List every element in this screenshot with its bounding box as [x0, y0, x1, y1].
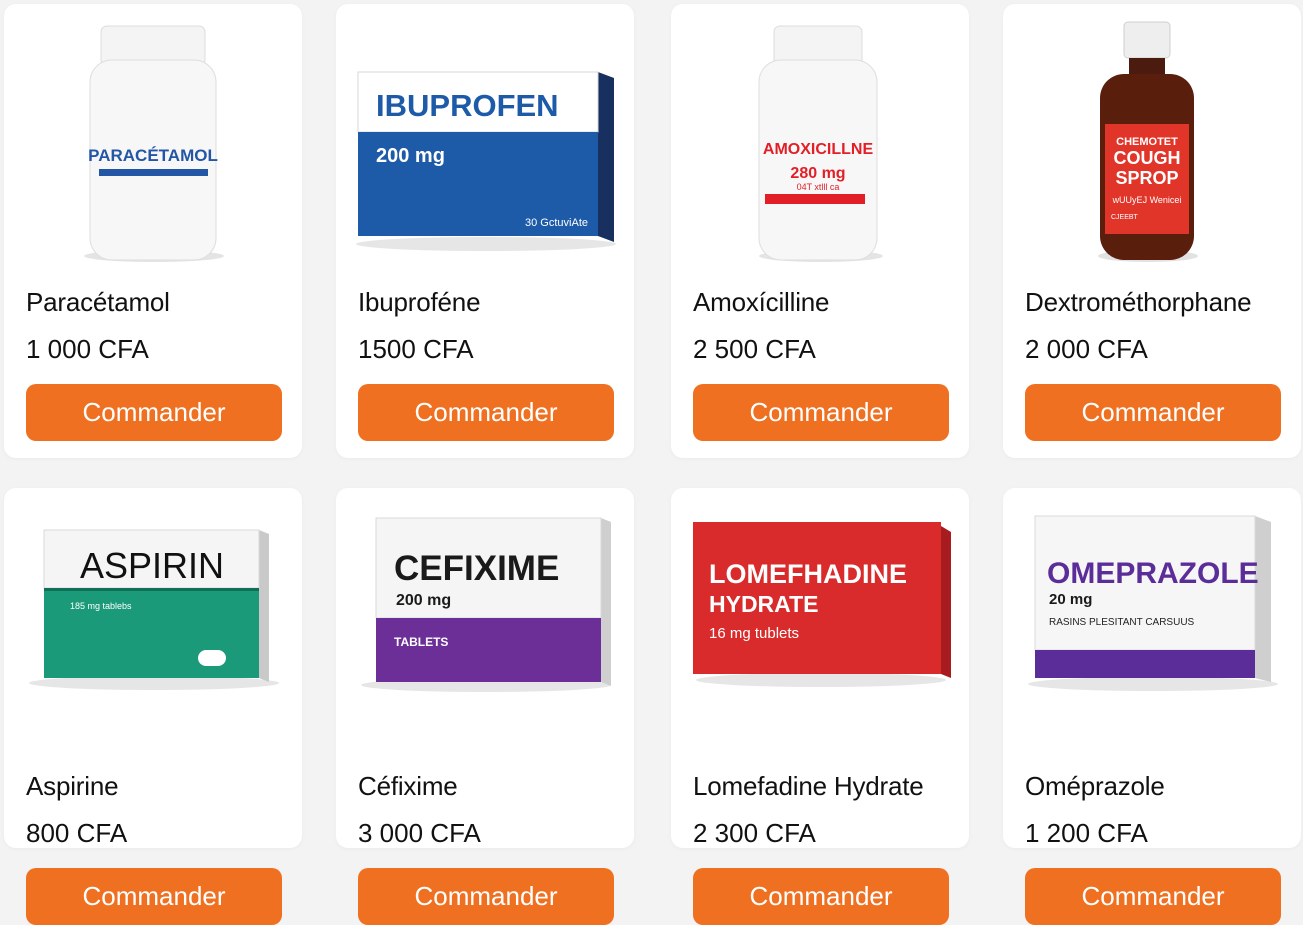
svg-text:OMEPRAZOLE: OMEPRAZOLE: [1047, 557, 1259, 590]
product-card-lomefadine: LOMEFHADINE HYDRATE 16 mg tublets Lomefa…: [671, 488, 969, 925]
svg-text:20 mg: 20 mg: [1049, 591, 1092, 608]
product-name: Amoxícilline: [693, 287, 830, 317]
product-price: 1500 CFA: [358, 334, 474, 364]
svg-text:CJEEBT: CJEEBT: [1111, 214, 1139, 221]
order-button-omeprazole[interactable]: Commander: [1025, 868, 1281, 925]
product-price: 2 300 CFA: [693, 818, 816, 848]
order-button-lomefadine[interactable]: Commander: [693, 868, 949, 925]
product-card-ibuprofen: IBUPROFEN 200 mg 30 GctuviAte Ibuproféne…: [336, 4, 634, 458]
order-button-amoxicilline[interactable]: Commander: [693, 384, 949, 441]
svg-text:wUUyEJ Wenicei: wUUyEJ Wenicei: [1112, 195, 1182, 205]
product-card-amoxicilline: AMOXICILLNE 280 mg 04T xtlll ca Amoxícil…: [671, 4, 969, 458]
svg-text:RASINS PLESITANT CARSUUS: RASINS PLESITANT CARSUUS: [1049, 617, 1195, 628]
svg-text:200 mg: 200 mg: [376, 145, 445, 167]
product-image-aspirine[interactable]: ASPIRIN 185 mg tablebs: [4, 488, 302, 753]
product-image-lomefadine[interactable]: LOMEFHADINE HYDRATE 16 mg tublets: [671, 488, 969, 753]
svg-text:COUGH: COUGH: [1114, 148, 1181, 168]
order-button-aspirine[interactable]: Commander: [26, 868, 282, 925]
order-button-ibuprofen[interactable]: Commander: [358, 384, 614, 441]
svg-text:30 GctuviAte: 30 GctuviAte: [525, 217, 588, 229]
svg-text:ASPIRIN: ASPIRIN: [80, 545, 224, 586]
product-price: 2 000 CFA: [1025, 334, 1148, 364]
svg-text:CHEMOTET: CHEMOTET: [1116, 136, 1178, 148]
product-card-aspirine: ASPIRIN 185 mg tablebs Aspirine 800 CFA …: [4, 488, 302, 925]
product-name: Lomefadine Hydrate: [693, 771, 924, 801]
svg-text:PARACÉTAMOL: PARACÉTAMOL: [88, 146, 218, 165]
svg-text:04T xtlll ca: 04T xtlll ca: [797, 182, 840, 192]
svg-text:HYDRATE: HYDRATE: [709, 591, 818, 617]
product-name: Ibuproféne: [358, 287, 481, 317]
svg-text:IBUPROFEN: IBUPROFEN: [376, 88, 559, 123]
order-button-paracetamol[interactable]: Commander: [26, 384, 282, 441]
product-image-cefixime[interactable]: CEFIXIME 200 mg TABLETS: [336, 488, 634, 753]
svg-text:185 mg tablebs: 185 mg tablebs: [70, 601, 132, 611]
svg-text:TABLETS: TABLETS: [394, 635, 448, 649]
product-name: Dextrométhorphane: [1025, 287, 1252, 317]
product-price: 2 500 CFA: [693, 334, 816, 364]
product-price: 1 200 CFA: [1025, 818, 1148, 848]
product-name: Céfixime: [358, 771, 458, 801]
product-name: Oméprazole: [1025, 771, 1165, 801]
product-image-dextromethorphane[interactable]: CHEMOTET COUGH SPROP wUUyEJ Wenicei CJEE…: [1003, 4, 1301, 269]
order-button-dextromethorphane[interactable]: Commander: [1025, 384, 1281, 441]
svg-text:200 mg: 200 mg: [396, 592, 451, 609]
svg-text:SPROP: SPROP: [1115, 168, 1178, 188]
svg-text:280 mg: 280 mg: [790, 165, 845, 182]
svg-text:CEFIXIME: CEFIXIME: [394, 549, 559, 588]
svg-text:16 mg tublets: 16 mg tublets: [709, 625, 799, 642]
product-card-paracetamol: PARACÉTAMOL Paracétamol 1 000 CFA Comman…: [4, 4, 302, 458]
product-image-omeprazole[interactable]: OMEPRAZOLE 20 mg RASINS PLESITANT CARSUU…: [1003, 488, 1301, 753]
svg-text:LOMEFHADINE: LOMEFHADINE: [709, 559, 907, 589]
product-card-omeprazole: OMEPRAZOLE 20 mg RASINS PLESITANT CARSUU…: [1003, 488, 1301, 925]
product-card-cefixime: CEFIXIME 200 mg TABLETS Céfixime 3 000 C…: [336, 488, 634, 925]
product-image-amoxicilline[interactable]: AMOXICILLNE 280 mg 04T xtlll ca: [671, 4, 969, 269]
order-button-cefixime[interactable]: Commander: [358, 868, 614, 925]
product-price: 1 000 CFA: [26, 334, 149, 364]
product-name: Paracétamol: [26, 287, 170, 317]
svg-text:AMOXICILLNE: AMOXICILLNE: [763, 141, 874, 158]
product-price: 3 000 CFA: [358, 818, 481, 848]
product-card-dextromethorphane: CHEMOTET COUGH SPROP wUUyEJ Wenicei CJEE…: [1003, 4, 1301, 458]
product-name: Aspirine: [26, 771, 119, 801]
product-price: 800 CFA: [26, 818, 128, 848]
product-image-ibuprofen[interactable]: IBUPROFEN 200 mg 30 GctuviAte: [336, 4, 634, 269]
product-image-paracetamol[interactable]: PARACÉTAMOL: [4, 4, 302, 269]
